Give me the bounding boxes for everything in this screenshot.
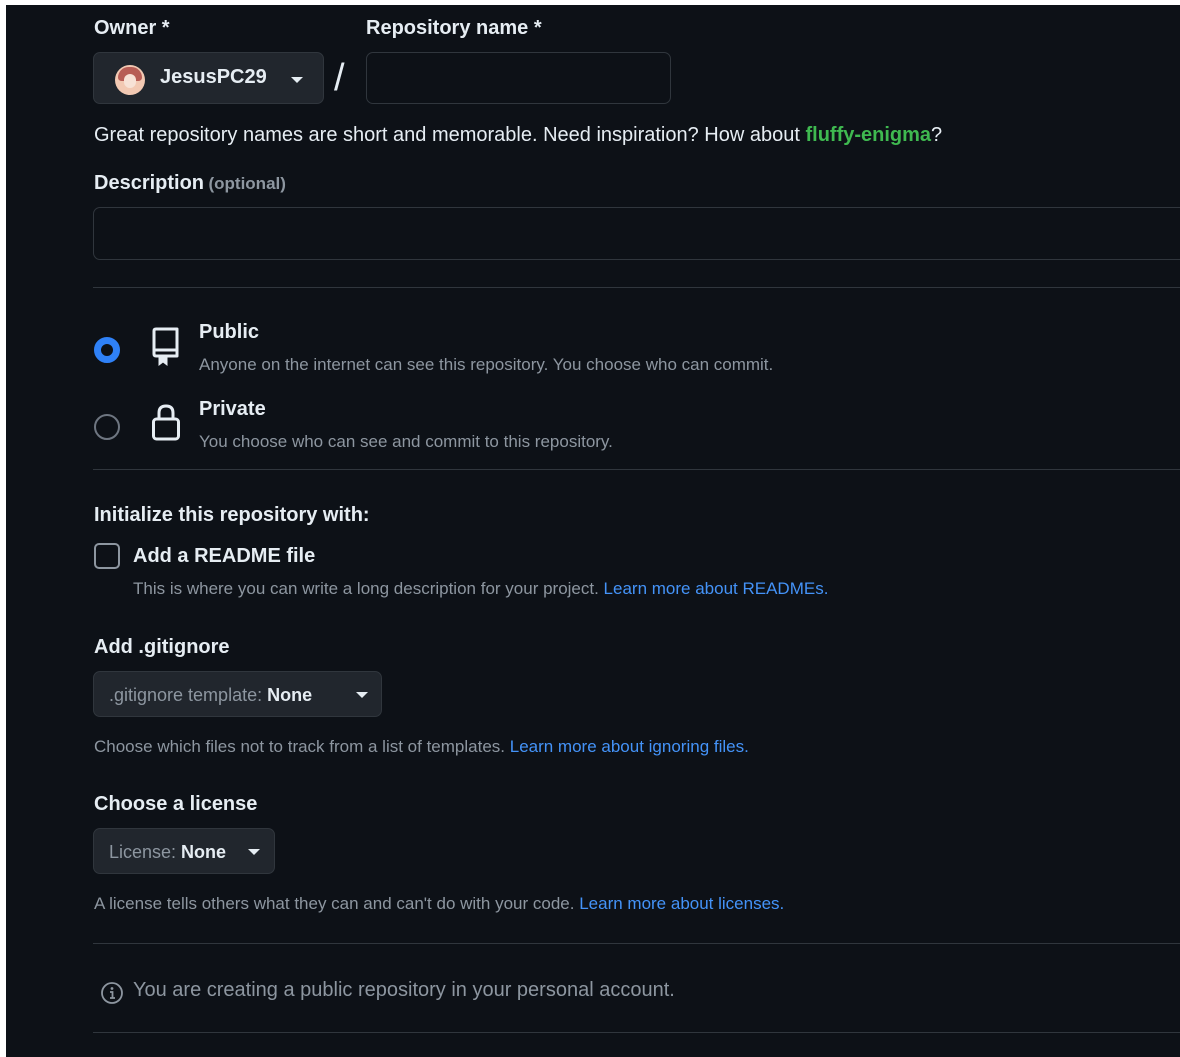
license-heading: Choose a license: [94, 793, 258, 815]
public-repository-notice: You are creating a public repository in …: [133, 979, 675, 1001]
private-radio[interactable]: [94, 414, 120, 440]
name-suggestion-link[interactable]: fluffy-enigma: [805, 124, 931, 146]
gitignore-help: Choose which files not to track from a l…: [94, 737, 749, 756]
owner-select-button[interactable]: JesusPC29: [93, 52, 324, 104]
owner-repo-separator: /: [334, 57, 345, 99]
public-option-description: Anyone on the internet can see this repo…: [199, 355, 774, 374]
repository-name-hint: Great repository names are short and mem…: [94, 124, 943, 146]
owner-label: Owner *: [94, 17, 170, 39]
description-input[interactable]: [93, 207, 1180, 260]
gitignore-heading: Add .gitignore: [94, 636, 230, 658]
owner-name: JesusPC29: [160, 66, 267, 88]
public-radio[interactable]: [94, 337, 120, 363]
chevron-down-icon: [248, 849, 260, 855]
license-learn-more-link[interactable]: Learn more about licenses.: [579, 894, 784, 913]
lock-icon: [152, 404, 180, 441]
readme-checkbox[interactable]: [94, 543, 120, 569]
readme-label: Add a README file: [133, 545, 316, 567]
repo-icon: [152, 327, 179, 366]
repository-name-label: Repository name *: [366, 17, 542, 39]
owner-avatar: [115, 65, 145, 95]
divider: [93, 943, 1180, 944]
gitignore-learn-more-link[interactable]: Learn more about ignoring files.: [510, 737, 749, 756]
divider: [93, 1032, 1180, 1033]
readme-learn-more-link[interactable]: Learn more about READMEs.: [604, 579, 829, 598]
divider: [93, 287, 1180, 288]
private-option-title: Private: [199, 398, 266, 420]
chevron-down-icon: [356, 692, 368, 698]
gitignore-select-text: .gitignore template: None: [109, 685, 313, 705]
chevron-down-icon: [291, 77, 303, 83]
license-select[interactable]: License: None: [93, 828, 275, 874]
repository-name-input[interactable]: [366, 52, 671, 104]
info-icon: [101, 982, 123, 1004]
divider: [93, 469, 1180, 470]
public-option-title: Public: [199, 321, 260, 343]
readme-description: This is where you can write a long descr…: [133, 579, 829, 598]
create-repository-page: Owner * Repository name * JesusPC29 / Gr…: [0, 0, 1180, 1057]
initialize-heading: Initialize this repository with:: [94, 504, 370, 526]
license-help: A license tells others what they can and…: [94, 894, 785, 913]
description-label: Description (optional): [94, 172, 286, 194]
gitignore-template-select[interactable]: .gitignore template: None: [93, 671, 382, 717]
license-select-text: License: None: [109, 842, 227, 862]
private-option-description: You choose who can see and commit to thi…: [199, 432, 613, 451]
